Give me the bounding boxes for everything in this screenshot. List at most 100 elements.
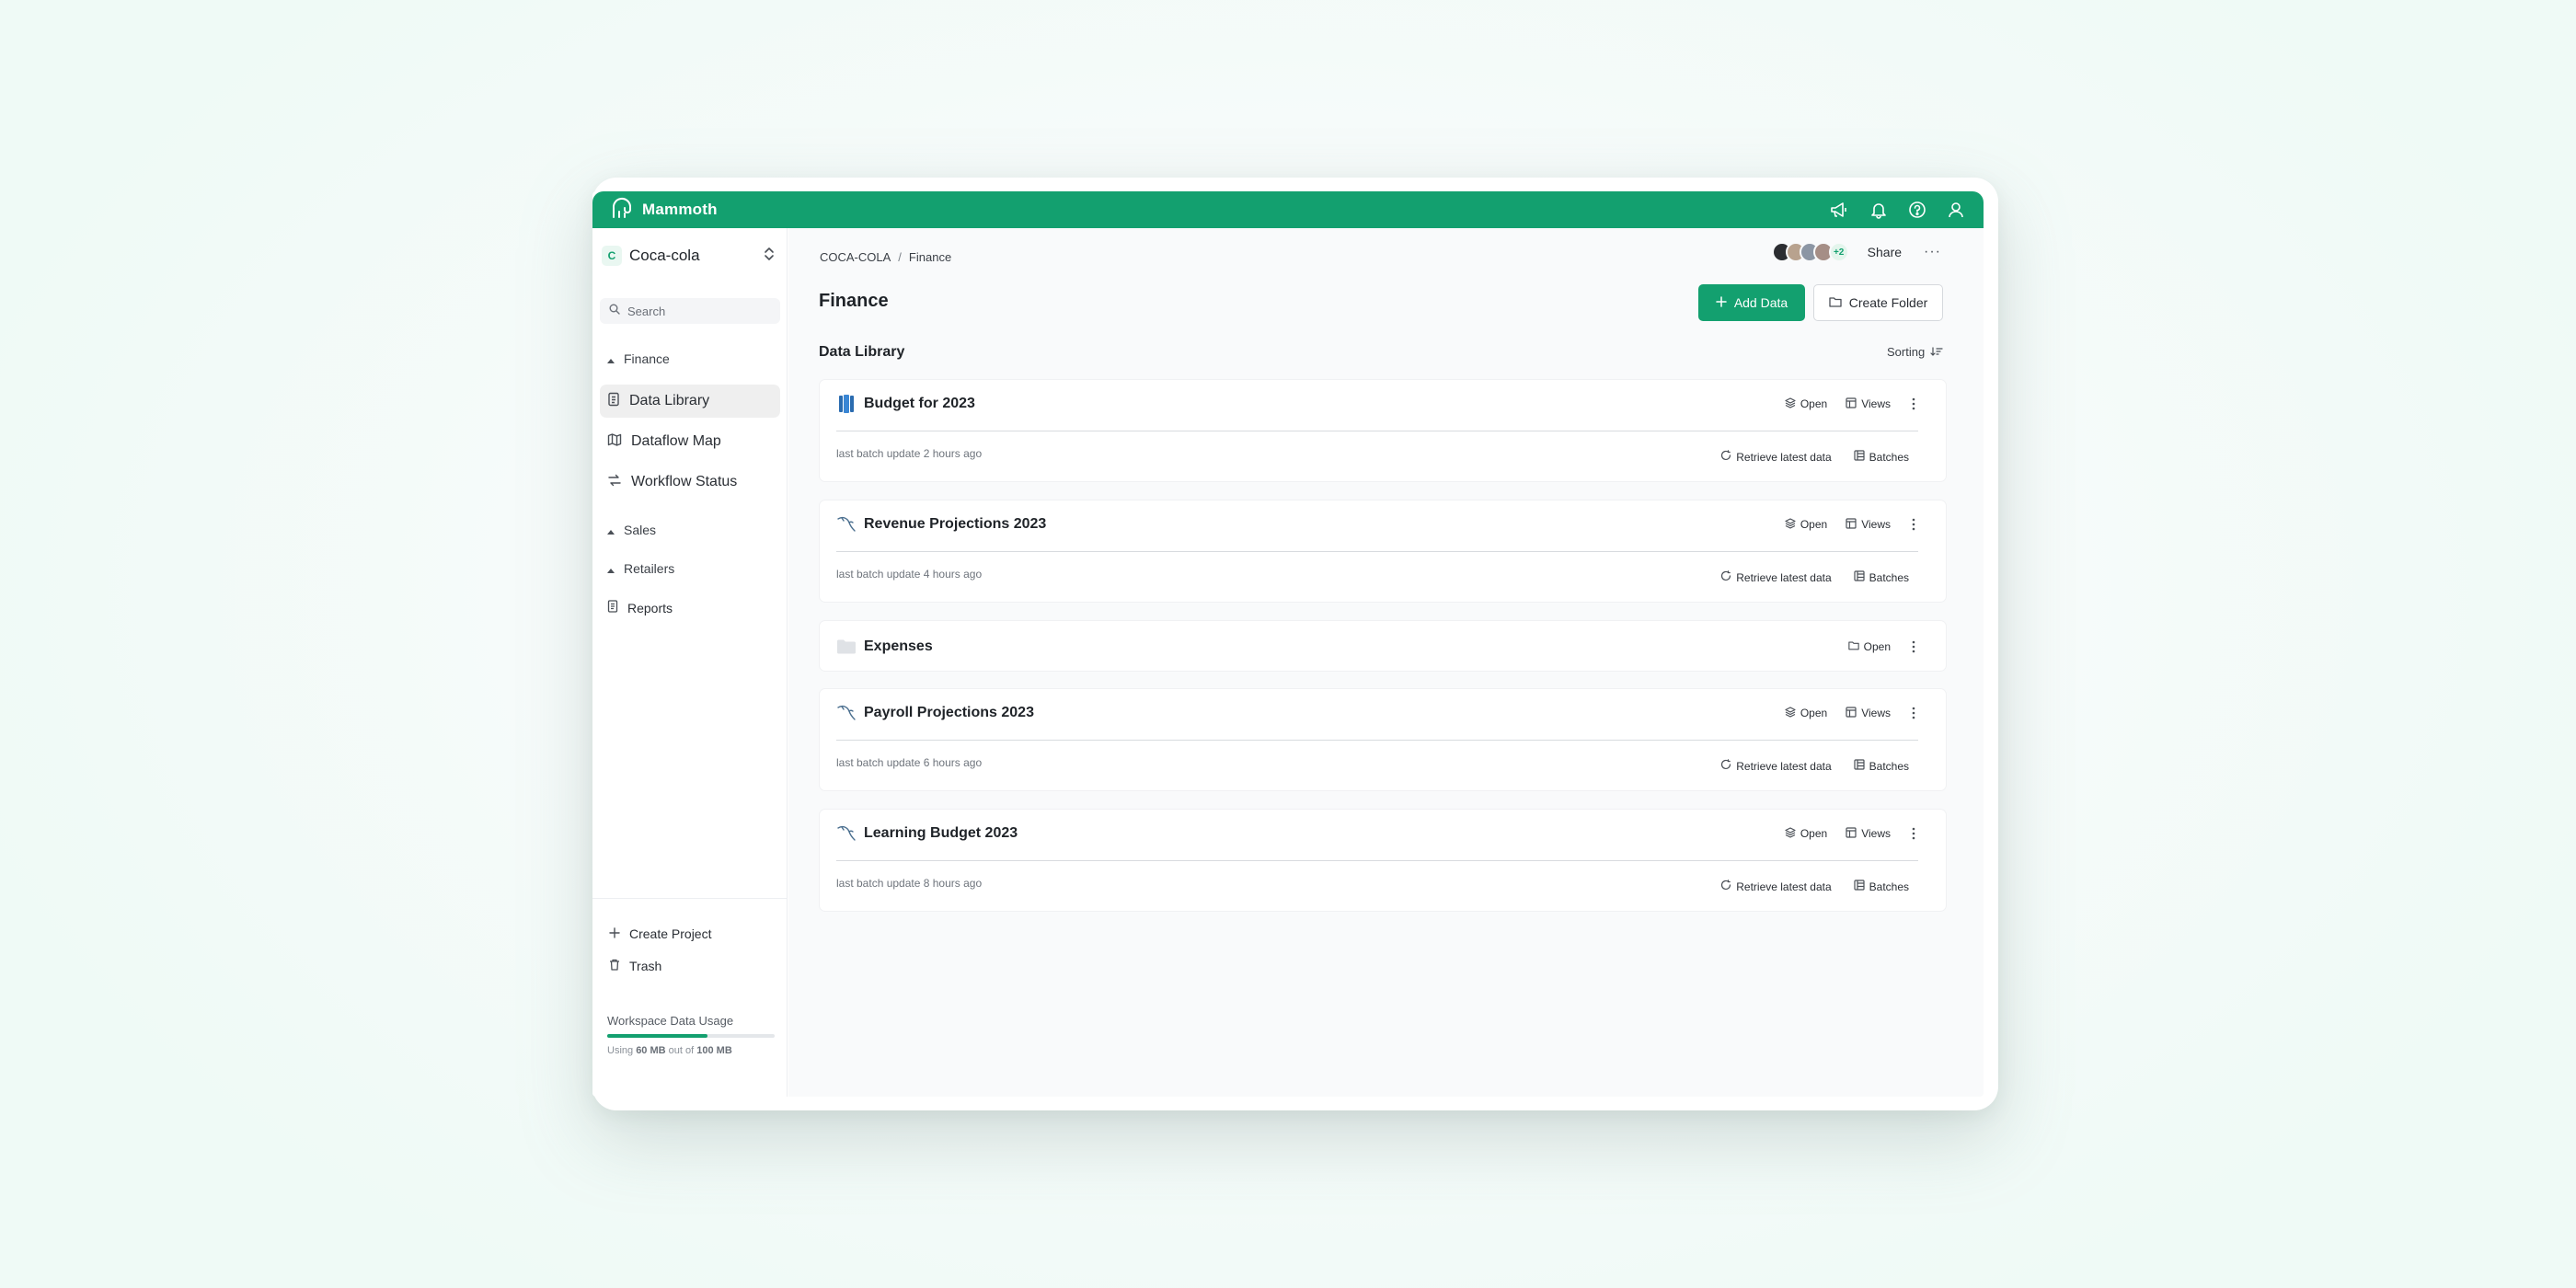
- trash-button[interactable]: Trash: [609, 959, 661, 973]
- batches-button[interactable]: Batches: [1854, 880, 1909, 893]
- batches-label: Batches: [1869, 880, 1909, 893]
- collaborator-avatars[interactable]: +2: [1771, 242, 1849, 262]
- map-icon: [607, 432, 622, 452]
- retrieve-latest-data-button[interactable]: Retrieve latest data: [1720, 759, 1832, 773]
- batches-button[interactable]: Batches: [1854, 570, 1909, 584]
- batches-icon: [1854, 759, 1865, 773]
- sorting-button[interactable]: Sorting: [1887, 345, 1943, 359]
- nav-group-label: Retailers: [624, 561, 675, 576]
- trash-icon: [609, 959, 620, 973]
- breadcrumb-root[interactable]: COCA-COLA: [820, 250, 891, 264]
- retrieve-latest-data-button[interactable]: Retrieve latest data: [1720, 450, 1832, 464]
- open-button[interactable]: Open: [1785, 517, 1827, 532]
- bell-icon[interactable]: [1869, 201, 1888, 219]
- layers-icon: [1785, 706, 1796, 720]
- card-title[interactable]: Revenue Projections 2023: [864, 516, 1046, 533]
- card-title[interactable]: Payroll Projections 2023: [864, 705, 1034, 721]
- search-input[interactable]: [627, 304, 765, 318]
- batches-button[interactable]: Batches: [1854, 759, 1909, 773]
- open-button[interactable]: Open: [1785, 397, 1827, 411]
- nav-group-sales[interactable]: Sales: [607, 523, 656, 537]
- views-button[interactable]: Views: [1846, 397, 1891, 411]
- data-card[interactable]: Budget for 2023 Open Views last batch up…: [819, 379, 1947, 482]
- share-button[interactable]: Share: [1868, 245, 1902, 259]
- batches-label: Batches: [1869, 570, 1909, 584]
- add-data-button[interactable]: Add Data: [1698, 284, 1805, 321]
- app-window: Mammoth C Coca-cola Search Finance Data …: [592, 191, 1984, 1097]
- caret-up-icon: [607, 561, 615, 576]
- data-card[interactable]: Learning Budget 2023 Open Views last bat…: [819, 809, 1947, 912]
- help-icon[interactable]: [1908, 201, 1926, 219]
- user-icon[interactable]: [1947, 201, 1965, 219]
- mysql-icon: [836, 514, 857, 535]
- batches-icon: [1854, 880, 1865, 893]
- more-vertical-icon[interactable]: [1909, 827, 1918, 840]
- sidebar-item-label: Workflow Status: [631, 474, 738, 489]
- search-box[interactable]: [600, 298, 780, 324]
- create-folder-button[interactable]: Create Folder: [1813, 284, 1943, 321]
- open-label: Open: [1863, 640, 1891, 653]
- sidebar-item-dataflow-map[interactable]: Dataflow Map: [600, 425, 780, 458]
- usage-progress-fill: [607, 1034, 708, 1038]
- views-button[interactable]: Views: [1846, 826, 1891, 841]
- section-title: Data Library: [819, 344, 905, 360]
- table-icon: [1846, 706, 1857, 720]
- retrieve-latest-data-button[interactable]: Retrieve latest data: [1720, 880, 1832, 893]
- retrieve-label: Retrieve latest data: [1736, 450, 1832, 464]
- nav-group-retailers[interactable]: Retailers: [607, 561, 674, 576]
- table-icon: [1846, 517, 1857, 532]
- table-icon: [1846, 826, 1857, 841]
- last-update-text: last batch update 2 hours ago: [836, 447, 983, 460]
- more-options-button[interactable]: ···: [1924, 244, 1941, 260]
- open-button[interactable]: Open: [1785, 826, 1828, 841]
- card-divider: [836, 551, 1918, 552]
- retrieve-label: Retrieve latest data: [1736, 570, 1832, 584]
- chevron-up-down-icon: [764, 247, 775, 266]
- table-icon: [1846, 397, 1857, 411]
- more-vertical-icon[interactable]: [1909, 518, 1918, 531]
- open-label: Open: [1800, 827, 1828, 840]
- sidebar-footer: Create Project Trash Workspace Data Usag…: [592, 898, 788, 1097]
- views-label: Views: [1861, 707, 1891, 719]
- sidebar-item-workflow-status[interactable]: Workflow Status: [600, 466, 780, 499]
- card-title[interactable]: Budget for 2023: [864, 396, 975, 412]
- more-vertical-icon[interactable]: [1909, 640, 1918, 653]
- retrieve-latest-data-button[interactable]: Retrieve latest data: [1720, 570, 1832, 584]
- open-button[interactable]: Open: [1847, 640, 1891, 653]
- folder-card[interactable]: Expenses Open: [819, 620, 1947, 672]
- data-card[interactable]: Payroll Projections 2023 Open Views last…: [819, 688, 1947, 791]
- megaphone-icon[interactable]: [1829, 201, 1849, 219]
- layers-icon: [1785, 826, 1796, 841]
- caret-up-icon: [607, 523, 615, 537]
- search-icon: [609, 303, 620, 319]
- views-button[interactable]: Views: [1846, 517, 1891, 532]
- batches-label: Batches: [1869, 450, 1909, 464]
- mammoth-logo-icon: [611, 197, 635, 224]
- logo[interactable]: Mammoth: [611, 197, 718, 224]
- batches-icon: [1854, 450, 1865, 464]
- last-update-text: last batch update 4 hours ago: [836, 568, 983, 581]
- card-divider: [836, 740, 1918, 741]
- mysql-icon: [836, 703, 857, 723]
- usage-prefix: Using: [607, 1045, 634, 1056]
- more-vertical-icon[interactable]: [1909, 707, 1918, 719]
- sidebar-item-label: Reports: [627, 600, 673, 615]
- last-update-text: last batch update 8 hours ago: [836, 877, 983, 890]
- card-title[interactable]: Expenses: [864, 638, 933, 655]
- nav-group-finance[interactable]: Finance: [607, 351, 670, 366]
- data-card[interactable]: Revenue Projections 2023 Open Views last…: [819, 500, 1947, 603]
- sidebar-item-data-library[interactable]: Data Library: [600, 385, 780, 418]
- sidebar-item-reports[interactable]: Reports: [607, 600, 673, 615]
- create-folder-label: Create Folder: [1848, 295, 1928, 310]
- workspace-switcher[interactable]: C Coca-cola: [602, 241, 778, 270]
- open-button[interactable]: Open: [1785, 706, 1827, 720]
- sorting-label: Sorting: [1887, 345, 1926, 359]
- usage-total: 100 MB: [696, 1045, 732, 1056]
- card-title[interactable]: Learning Budget 2023: [864, 825, 1018, 842]
- plus-icon: [609, 926, 620, 941]
- more-vertical-icon[interactable]: [1909, 397, 1918, 410]
- batches-button[interactable]: Batches: [1854, 450, 1909, 464]
- refresh-icon: [1720, 759, 1731, 773]
- views-button[interactable]: Views: [1846, 706, 1891, 720]
- create-project-button[interactable]: Create Project: [609, 926, 711, 941]
